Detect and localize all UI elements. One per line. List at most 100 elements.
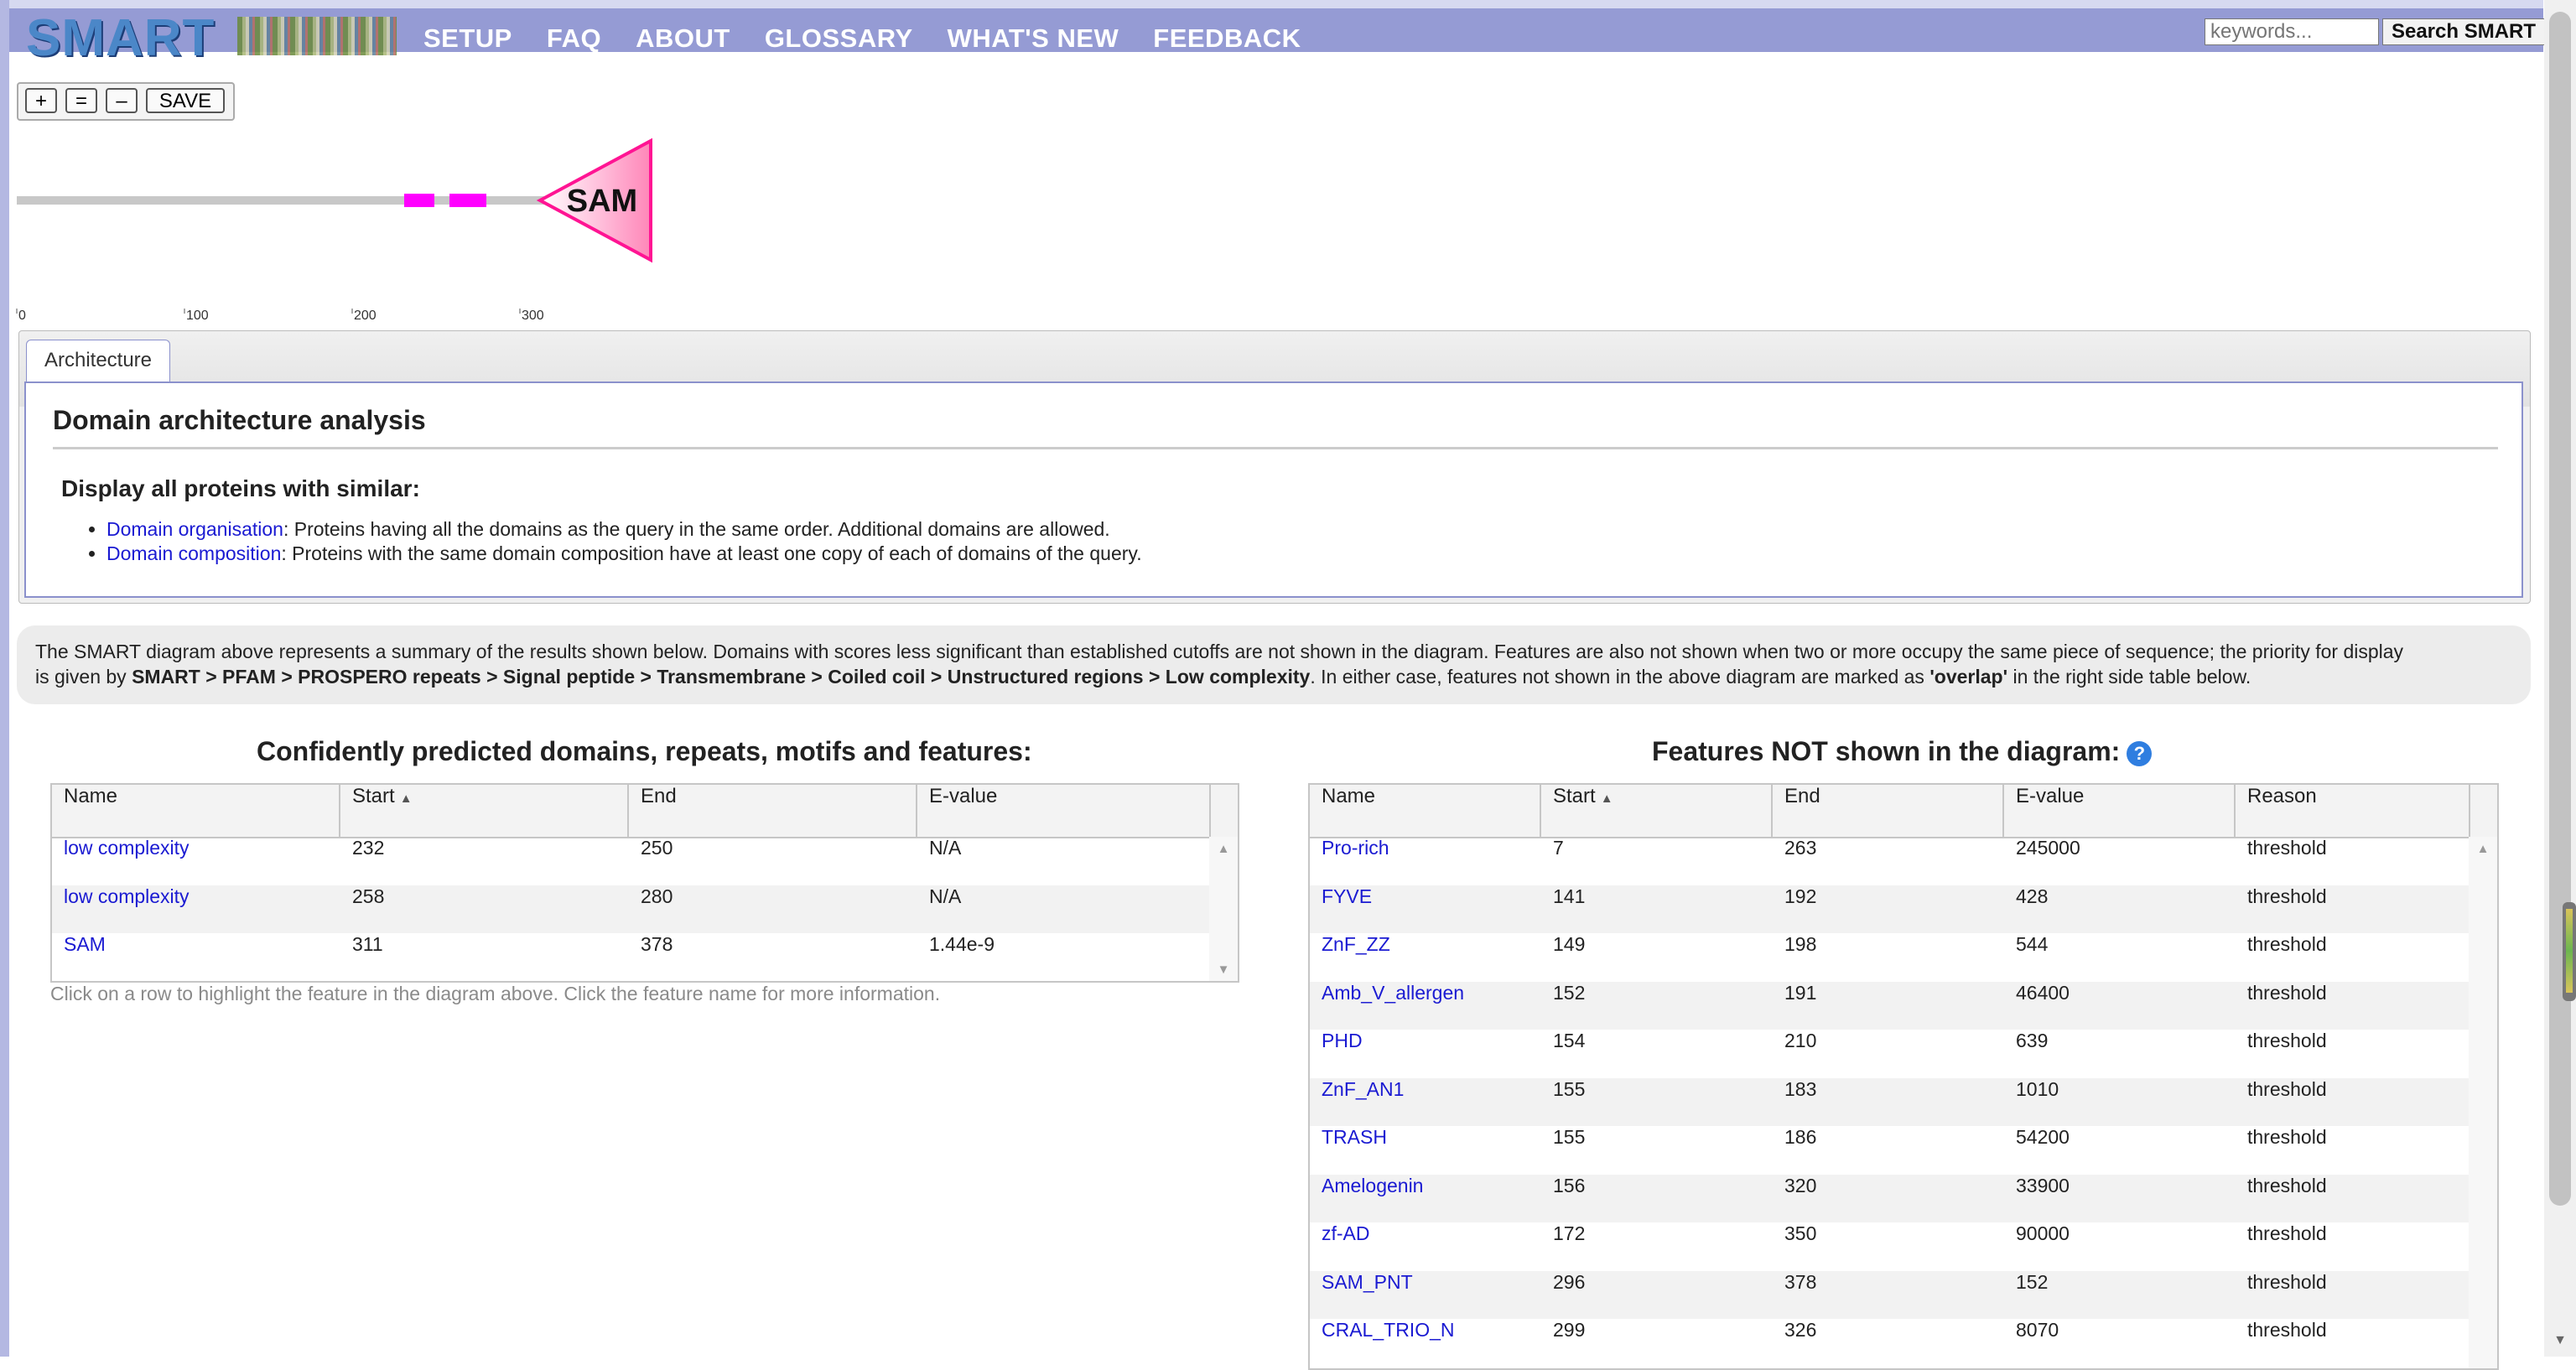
nav-setup[interactable]: SETUP bbox=[423, 23, 512, 54]
cell-end: 350 bbox=[1784, 1222, 1817, 1244]
help-icon[interactable]: ? bbox=[2127, 740, 2153, 766]
feature-link[interactable]: CRAL_TRIO_N bbox=[1322, 1319, 1454, 1341]
table-row[interactable]: SAM_PNT 296 378 152 threshold bbox=[1310, 1270, 2470, 1320]
feature-link[interactable]: low complexity bbox=[64, 885, 190, 907]
column-header-evalue[interactable]: E-value bbox=[2004, 785, 2236, 837]
cell-start: 296 bbox=[1553, 1270, 1586, 1293]
cell-end: 250 bbox=[641, 837, 673, 859]
tab-architecture[interactable]: Architecture bbox=[26, 340, 170, 381]
cell-evalue: N/A bbox=[929, 837, 962, 859]
table-row[interactable]: ZnF_AN1 155 183 1010 threshold bbox=[1310, 1077, 2470, 1126]
summary-suffix: in the right side table below. bbox=[2007, 666, 2251, 688]
cell-reason: threshold bbox=[2247, 981, 2327, 1004]
column-header-end[interactable]: End bbox=[629, 785, 917, 837]
table-row[interactable]: ZnF_ZZ 149 198 544 threshold bbox=[1310, 933, 2470, 982]
predicted-features-title: Confidently predicted domains, repeats, … bbox=[257, 736, 1032, 766]
cell-reason: threshold bbox=[2247, 1222, 2327, 1244]
feature-link[interactable]: PHD bbox=[1322, 1030, 1363, 1051]
cell-evalue: 1.44e-9 bbox=[929, 933, 995, 955]
nav-whats-new[interactable]: WHAT'S NEW bbox=[948, 23, 1119, 54]
scroll-down-arrow-icon[interactable]: ▼ bbox=[1209, 963, 1238, 977]
nav-glossary[interactable]: GLOSSARY bbox=[765, 23, 913, 54]
table-row[interactable]: Amelogenin 156 320 33900 threshold bbox=[1310, 1174, 2470, 1223]
main-nav: SETUP FAQ ABOUT GLOSSARY WHAT'S NEW FEED… bbox=[423, 17, 1336, 60]
table-row[interactable]: PHD 154 210 639 threshold bbox=[1310, 1030, 2470, 1078]
scroll-up-arrow-icon[interactable]: ▲ bbox=[2469, 842, 2497, 856]
table-scrollbar[interactable]: ▲ ▼ bbox=[1209, 837, 1238, 981]
nav-faq[interactable]: FAQ bbox=[547, 23, 601, 54]
search-input[interactable] bbox=[2205, 18, 2379, 45]
zoom-out-button[interactable]: – bbox=[106, 88, 138, 113]
cell-evalue: N/A bbox=[929, 885, 962, 907]
column-header-end[interactable]: End bbox=[1773, 785, 2004, 837]
cell-name: zf-AD bbox=[1310, 1222, 1541, 1271]
cell-start: 232 bbox=[352, 837, 385, 859]
feature-link[interactable]: TRASH bbox=[1322, 1126, 1387, 1148]
column-header-name[interactable]: Name bbox=[1310, 785, 1541, 837]
table-row[interactable]: zf-AD 172 350 90000 threshold bbox=[1310, 1222, 2470, 1271]
window-scrollbar[interactable]: ▼ bbox=[2544, 0, 2576, 1357]
cell-start: 172 bbox=[1553, 1222, 1586, 1244]
column-label: End bbox=[1784, 785, 1820, 807]
cell-reason: threshold bbox=[2247, 1270, 2327, 1293]
feature-link[interactable]: ZnF_ZZ bbox=[1322, 933, 1390, 955]
table-row[interactable]: FYVE 141 192 428 threshold bbox=[1310, 885, 2470, 933]
feature-link[interactable]: Amb_V_allergen bbox=[1322, 982, 1464, 1004]
table-hint: Click on a row to highlight the feature … bbox=[50, 983, 941, 1004]
column-label: E-value bbox=[2016, 785, 2085, 807]
cell-evalue: 46400 bbox=[2016, 981, 2070, 1004]
save-button[interactable]: SAVE bbox=[146, 88, 225, 113]
column-header-start[interactable]: Start ▲ bbox=[1541, 785, 1773, 837]
domain-composition-link[interactable]: Domain composition bbox=[106, 542, 281, 564]
zoom-in-button[interactable]: + bbox=[25, 88, 57, 113]
nav-about[interactable]: ABOUT bbox=[636, 23, 730, 54]
feature-link[interactable]: zf-AD bbox=[1322, 1222, 1370, 1244]
feature-link[interactable]: ZnF_AN1 bbox=[1322, 1078, 1404, 1100]
feature-link[interactable]: FYVE bbox=[1322, 885, 1372, 907]
cell-name: SAM_PNT bbox=[1310, 1271, 1541, 1320]
cell-name: Amelogenin bbox=[1310, 1175, 1541, 1223]
smart-logo[interactable]: SMART bbox=[26, 9, 397, 67]
table-row[interactable]: low complexity 232 250 N/A bbox=[52, 837, 1211, 885]
column-header-name[interactable]: Name bbox=[52, 785, 340, 837]
table-row[interactable]: Pro-rich 7 263 245000 threshold bbox=[1310, 837, 2470, 885]
domain-organisation-link[interactable]: Domain organisation bbox=[106, 518, 283, 540]
analysis-tabs: Architecture Domain architecture analysi… bbox=[18, 330, 2531, 604]
column-label: End bbox=[641, 785, 677, 807]
column-header-start[interactable]: Start ▲ bbox=[340, 785, 629, 837]
feature-link[interactable]: low complexity bbox=[64, 837, 190, 859]
cell-reason: threshold bbox=[2247, 837, 2327, 859]
cell-name: low complexity bbox=[52, 885, 340, 934]
column-header-reason[interactable]: Reason bbox=[2236, 785, 2470, 837]
table-row[interactable]: CRAL_TRIO_N 299 326 8070 threshold bbox=[1310, 1319, 2470, 1367]
scroll-up-arrow-icon[interactable]: ▲ bbox=[1209, 842, 1238, 856]
table-scrollbar[interactable]: ▲ bbox=[2469, 837, 2497, 1368]
table-body: Pro-rich 7 263 245000 threshold FYVE 141 192 428… bbox=[1310, 837, 2470, 1367]
cell-reason: threshold bbox=[2247, 933, 2327, 955]
search-button[interactable]: Search SMART bbox=[2382, 18, 2545, 45]
table-row[interactable]: low complexity 258 280 N/A bbox=[52, 885, 1211, 934]
table-row[interactable]: SAM 311 378 1.44e-9 bbox=[52, 933, 1211, 981]
not-shown-title-text: Features NOT shown in the diagram: bbox=[1652, 736, 2121, 766]
zoom-reset-button[interactable]: = bbox=[65, 88, 97, 113]
table-row[interactable]: TRASH 155 186 54200 threshold bbox=[1310, 1126, 2470, 1175]
scrollbar-thumb[interactable] bbox=[2549, 12, 2571, 1206]
low-complexity-region-1[interactable] bbox=[404, 194, 434, 207]
scroll-down-arrow-icon[interactable]: ▼ bbox=[2549, 1333, 2571, 1353]
cell-end: 192 bbox=[1784, 885, 1817, 907]
axis-label-0: 0 bbox=[18, 309, 26, 323]
cell-name: ZnF_ZZ bbox=[1310, 933, 1541, 982]
low-complexity-region-2[interactable] bbox=[449, 194, 486, 207]
feature-link[interactable]: SAM bbox=[64, 933, 106, 955]
column-header-evalue[interactable]: E-value bbox=[917, 785, 1211, 837]
table-row[interactable]: Amb_V_allergen 152 191 46400 threshold bbox=[1310, 981, 2470, 1030]
feature-link[interactable]: Pro-rich bbox=[1322, 837, 1389, 859]
cell-reason: threshold bbox=[2247, 1319, 2327, 1341]
nav-feedback[interactable]: FEEDBACK bbox=[1153, 23, 1301, 54]
panel-title: Domain architecture analysis bbox=[53, 405, 426, 435]
logo-text: SMART bbox=[26, 9, 216, 67]
feature-link[interactable]: Amelogenin bbox=[1322, 1175, 1423, 1196]
cell-evalue: 8070 bbox=[2016, 1319, 2059, 1341]
domain-diagram: SAM 0 100 200 300 bbox=[15, 126, 669, 327]
feature-link[interactable]: SAM_PNT bbox=[1322, 1271, 1413, 1293]
